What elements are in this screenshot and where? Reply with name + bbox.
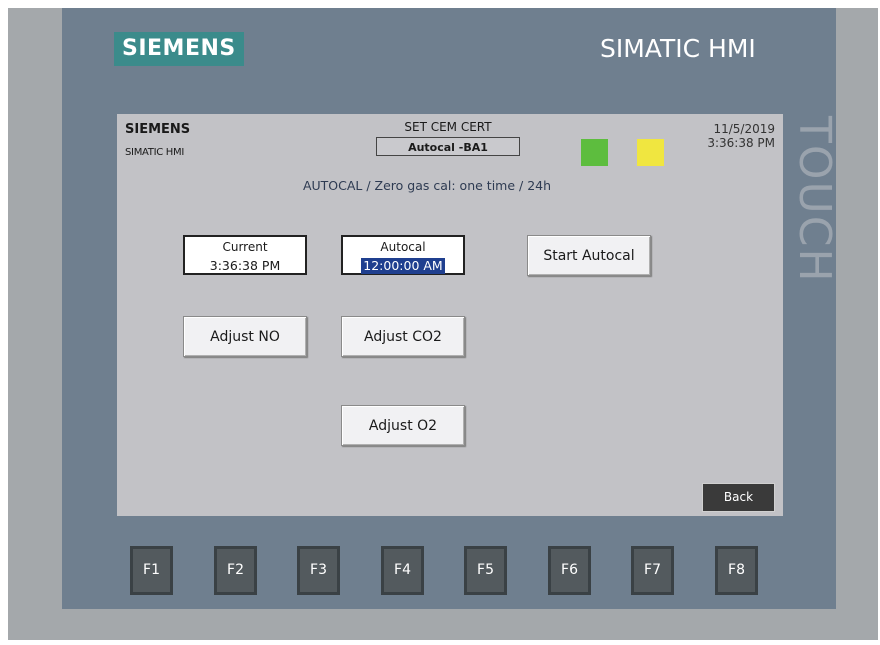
function-key-f5[interactable]: F5	[464, 546, 507, 595]
autocal-value-input[interactable]: 12:00:00 AM	[361, 258, 445, 274]
autocal-time-field[interactable]: Autocal 12:00:00 AM	[341, 235, 465, 275]
start-autocal-button[interactable]: Start Autocal	[527, 235, 651, 276]
current-label: Current	[222, 240, 268, 254]
function-key-f7[interactable]: F7	[631, 546, 674, 595]
current-time-field: Current 3:36:38 PM	[183, 235, 307, 275]
function-key-f8[interactable]: F8	[715, 546, 758, 595]
siemens-logo: SIEMENS	[114, 32, 244, 66]
date-text: 11/5/2019	[713, 122, 775, 136]
function-key-f1[interactable]: F1	[130, 546, 173, 595]
hmi-screen: SIEMENS SIMATIC HMI SET CEM CERT Autocal…	[117, 114, 783, 516]
screen-brand: SIEMENS	[125, 122, 191, 137]
autocal-description: AUTOCAL / Zero gas cal: one time / 24h	[302, 178, 552, 193]
page-title: SET CEM CERT	[404, 120, 492, 134]
back-button[interactable]: Back	[702, 483, 775, 512]
adjust-o2-button[interactable]: Adjust O2	[341, 405, 465, 446]
screen-product: SIMATIC HMI	[125, 147, 185, 158]
function-key-f3[interactable]: F3	[297, 546, 340, 595]
current-value: 3:36:38 PM	[209, 258, 281, 273]
adjust-co2-button[interactable]: Adjust CO2	[341, 316, 465, 357]
function-key-f2[interactable]: F2	[214, 546, 257, 595]
touch-label: TOUCH	[789, 116, 840, 284]
adjust-no-button[interactable]: Adjust NO	[183, 316, 307, 357]
product-name: SIMATIC HMI	[600, 34, 756, 63]
datetime: 11/5/2019 3:36:38 PM	[707, 122, 775, 150]
green-indicator	[581, 139, 608, 166]
yellow-indicator	[637, 139, 664, 166]
autocal-label: Autocal	[380, 240, 426, 254]
function-key-f4[interactable]: F4	[381, 546, 424, 595]
function-key-f6[interactable]: F6	[548, 546, 591, 595]
time-text: 3:36:38 PM	[707, 136, 775, 150]
device-name-field: Autocal -BA1	[376, 137, 520, 156]
